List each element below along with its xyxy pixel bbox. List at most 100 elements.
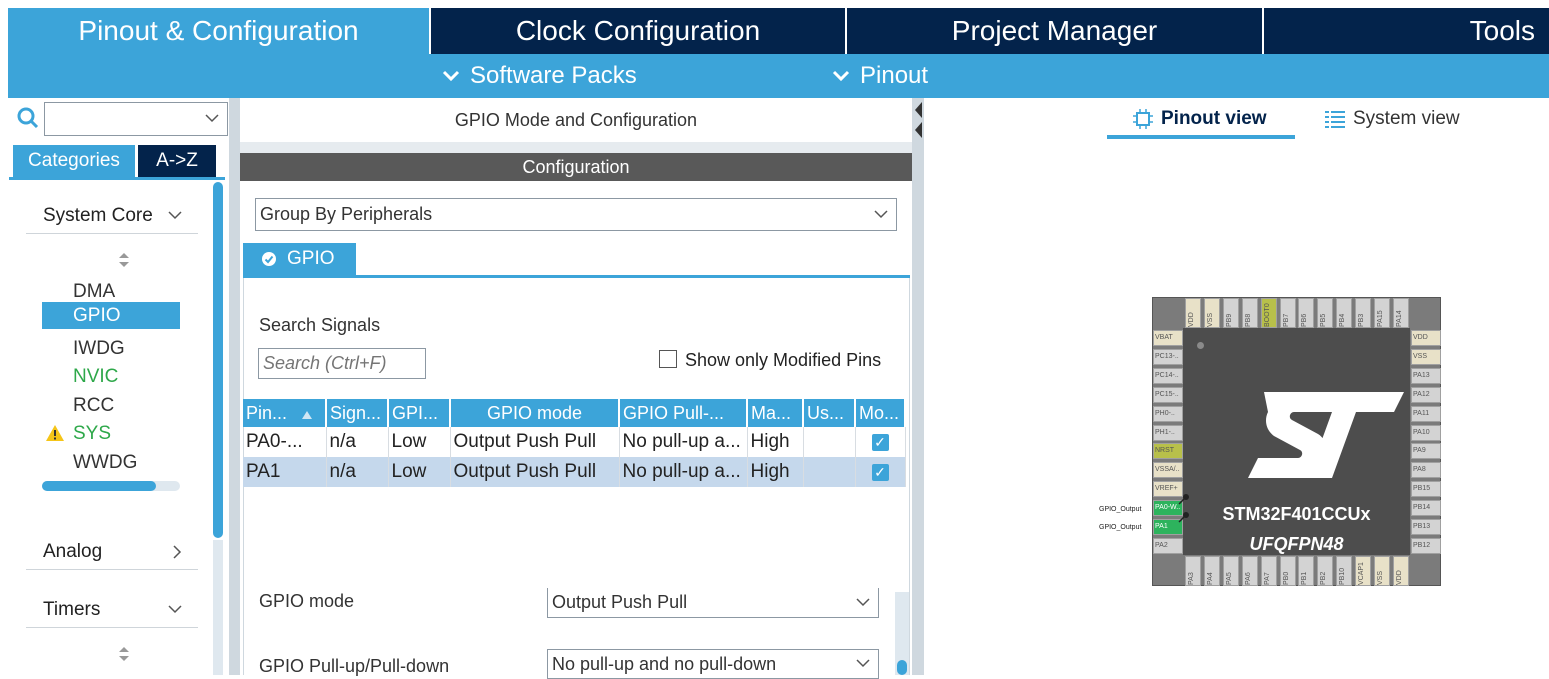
pin-pb9[interactable]: PB9 (1222, 298, 1239, 328)
pinout-menu[interactable]: Pinout (832, 54, 928, 98)
pin-pb7[interactable]: PB7 (1279, 298, 1296, 328)
pin-pb10[interactable]: PB10 (1336, 556, 1353, 586)
pin-label: BOOT0 (1263, 303, 1271, 327)
tab-categories[interactable]: Categories (13, 145, 135, 177)
sidebar-item-sys[interactable]: SYS (42, 420, 180, 447)
sidebar-item-nvic[interactable]: NVIC (42, 363, 180, 390)
pin-pc14[interactable]: PC14-.. (1153, 367, 1183, 384)
pin-pa8[interactable]: PA8 (1411, 462, 1441, 479)
pin-pa2[interactable]: PA2 (1153, 537, 1183, 554)
show-modified-checkbox[interactable] (659, 350, 677, 368)
sidebar-scrollbar[interactable] (213, 182, 223, 538)
tab-project-manager[interactable]: Project Manager (847, 8, 1262, 54)
pin-label: PA9 (1413, 447, 1426, 455)
pin-pa5[interactable]: PA5 (1222, 556, 1239, 586)
sidebar-search-input[interactable] (44, 102, 228, 136)
gpio-tab[interactable]: GPIO (243, 243, 356, 275)
search-icon[interactable] (16, 106, 40, 135)
pin-pa9[interactable]: PA9 (1411, 443, 1441, 460)
pin-pb13[interactable]: PB13 (1411, 519, 1441, 535)
column-header-signal[interactable]: Sign... (326, 399, 389, 427)
system-view-tab[interactable]: System view (1325, 108, 1460, 130)
pin-pb0[interactable]: PB0 (1279, 556, 1296, 586)
pin-nrst[interactable]: NRST (1153, 443, 1183, 460)
pinout-view-tab[interactable]: Pinout view (1133, 108, 1267, 130)
pin-vcap1[interactable]: VCAP1 (1355, 556, 1372, 586)
column-header-pull[interactable]: GPIO Pull-... (619, 399, 748, 427)
pin-vbat[interactable]: VBAT (1153, 330, 1183, 346)
pin-pa6[interactable]: PA6 (1241, 556, 1258, 586)
sidebar-item-wwdg[interactable]: WWDG (42, 449, 180, 476)
column-header-pin[interactable]: Pin... (243, 399, 327, 427)
config-scrollbar[interactable] (895, 592, 909, 675)
column-header-modified[interactable]: Mo... (855, 399, 906, 427)
panel-divider[interactable] (229, 98, 240, 675)
pin-vss[interactable]: VSS (1374, 556, 1390, 586)
tab-pinout-configuration[interactable]: Pinout & Configuration (8, 8, 429, 54)
collapse-arrow-icon[interactable] (912, 100, 924, 140)
panel-splitter[interactable] (912, 98, 924, 675)
pin-vdd[interactable]: VDD (1392, 556, 1409, 586)
table-row[interactable]: PA1 n/a Low Output Push Pull No pull-up … (243, 457, 906, 487)
pin-pc15[interactable]: PC15-.. (1153, 386, 1183, 403)
pin-ph0[interactable]: PH0-.. (1153, 405, 1183, 422)
pin-pb12[interactable]: PB12 (1411, 537, 1441, 554)
column-header-speed[interactable]: Ma... (747, 399, 804, 427)
pin-pa4[interactable]: PA4 (1203, 556, 1220, 586)
pin-label: PA10 (1413, 428, 1430, 436)
modified-checkbox[interactable]: ✓ (871, 434, 889, 451)
pin-label: PB1 (1301, 571, 1309, 585)
sort-ascending-icon (302, 410, 313, 419)
column-header-label: Mo... (859, 402, 900, 423)
pin-vdd[interactable]: VDD (1411, 330, 1441, 346)
pin-pa14[interactable]: PA14 (1392, 298, 1409, 328)
pin-pb4[interactable]: PB4 (1336, 298, 1353, 328)
sort-icon[interactable] (118, 646, 130, 667)
pin-pa7[interactable]: PA7 (1260, 556, 1277, 586)
pin-pa15[interactable]: PA15 (1374, 298, 1390, 328)
pin-pc13[interactable]: PC13-.. (1153, 348, 1183, 365)
pin-pb5[interactable]: PB5 (1317, 298, 1334, 328)
pin-pb6[interactable]: PB6 (1298, 298, 1315, 328)
pin-ph1[interactable]: PH1-.. (1153, 424, 1183, 441)
table-row[interactable]: PA0-... n/a Low Output Push Pull No pull… (243, 427, 906, 457)
pin-vssa[interactable]: VSSA/.. (1153, 462, 1183, 479)
search-signals-input[interactable] (258, 348, 426, 379)
pin-label: VCAP1 (1358, 562, 1366, 585)
pin-pb3[interactable]: PB3 (1355, 298, 1372, 328)
pin-vdd[interactable]: VDD (1185, 298, 1201, 328)
sidebar-item-iwdg[interactable]: IWDG (42, 335, 180, 362)
gpio-mode-select[interactable]: Output Push Pull (547, 588, 879, 618)
pin-pb1[interactable]: PB1 (1298, 556, 1315, 586)
column-header-output-level[interactable]: GPI... (388, 399, 451, 427)
modified-checkbox[interactable]: ✓ (871, 464, 889, 481)
pin-pa12[interactable]: PA12 (1411, 386, 1441, 403)
pin-pb8[interactable]: PB8 (1241, 298, 1258, 328)
pin-pa11[interactable]: PA11 (1411, 405, 1441, 422)
software-packs-menu[interactable]: Software Packs (442, 54, 637, 98)
pin-pa10[interactable]: PA10 (1411, 424, 1441, 441)
pin-pb15[interactable]: PB15 (1411, 481, 1441, 498)
group-by-select[interactable]: Group By Peripherals (255, 198, 897, 231)
sidebar-item-rcc[interactable]: RCC (42, 392, 180, 419)
pin-pb2[interactable]: PB2 (1317, 556, 1334, 586)
horizontal-scrollbar[interactable] (42, 481, 180, 491)
sidebar-item-dma[interactable]: DMA (42, 278, 180, 305)
sort-icon[interactable] (118, 252, 130, 273)
pin-boot0[interactable]: BOOT0 (1260, 298, 1277, 328)
tab-tools[interactable]: Tools (1264, 8, 1549, 54)
column-header-user-label[interactable]: Us... (803, 399, 856, 427)
sidebar-item-gpio[interactable]: GPIO (42, 302, 180, 329)
timers-header[interactable]: Timers (26, 592, 198, 628)
analog-header[interactable]: Analog (26, 534, 198, 570)
pin-vss[interactable]: VSS (1203, 298, 1220, 328)
column-header-gpio-mode[interactable]: GPIO mode (450, 399, 620, 427)
pin-pa13[interactable]: PA13 (1411, 367, 1441, 384)
pin-vss[interactable]: VSS (1411, 348, 1441, 365)
chevron-down-icon (205, 114, 219, 123)
tab-clock-configuration[interactable]: Clock Configuration (431, 8, 845, 54)
pin-pb14[interactable]: PB14 (1411, 500, 1441, 517)
tab-a-z[interactable]: A->Z (138, 145, 216, 177)
system-core-header[interactable]: System Core (26, 198, 198, 234)
pin-pa3[interactable]: PA3 (1185, 556, 1201, 586)
